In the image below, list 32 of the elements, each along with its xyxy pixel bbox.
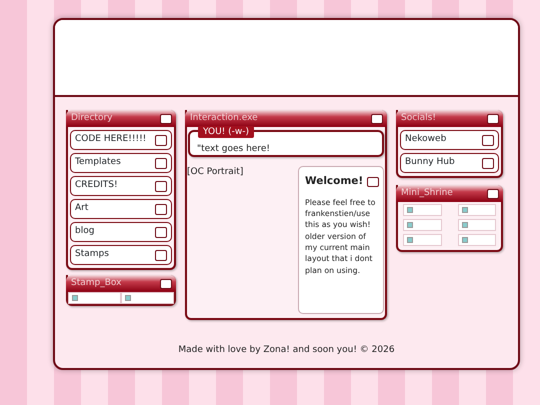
speaker-tag: YOU! (-w-) (198, 126, 254, 138)
broken-image-icon (407, 222, 413, 228)
panel-title: Directory (71, 112, 112, 125)
window-button[interactable] (160, 278, 172, 288)
nav-link-item[interactable]: Art (70, 199, 172, 219)
broken-image-icon (462, 222, 468, 228)
nav-link-item[interactable]: Nekoweb (400, 130, 499, 150)
panel-title: Socials! (401, 112, 436, 125)
broken-image-icon (125, 295, 131, 301)
panel-title: Interaction.exe (190, 112, 258, 125)
broken-image-icon (407, 237, 413, 243)
dialogue-text: "text goes here! (197, 143, 271, 156)
welcome-title: Welcome! (305, 174, 364, 189)
nav-link-item[interactable]: CODE HERE!!!!! (70, 130, 172, 150)
broken-image-icon (72, 295, 78, 301)
panel-title: Stamp_Box (71, 276, 122, 290)
window-button[interactable] (367, 176, 380, 187)
footer-text: Made with love by Zona! and soon you! © 2026 (178, 345, 395, 355)
window-button[interactable] (371, 114, 383, 124)
portrait-alt-text: [OC Portrait] (187, 166, 244, 179)
broken-image-icon (462, 237, 468, 243)
nav-link-item[interactable]: Bunny Hub (400, 153, 499, 173)
broken-image-icon (462, 207, 468, 213)
nav-link-item[interactable]: CREDITS! (70, 176, 172, 196)
broken-image-icon (407, 207, 413, 213)
nav-link-item[interactable]: blog (70, 222, 172, 242)
panel-title: Mini_Shrine (401, 186, 453, 200)
window-button[interactable] (160, 114, 172, 124)
window-button[interactable] (487, 114, 499, 124)
nav-link-item[interactable]: Templates (70, 153, 172, 173)
nav-link-item[interactable]: Stamps (70, 245, 172, 265)
window-button[interactable] (487, 188, 499, 198)
